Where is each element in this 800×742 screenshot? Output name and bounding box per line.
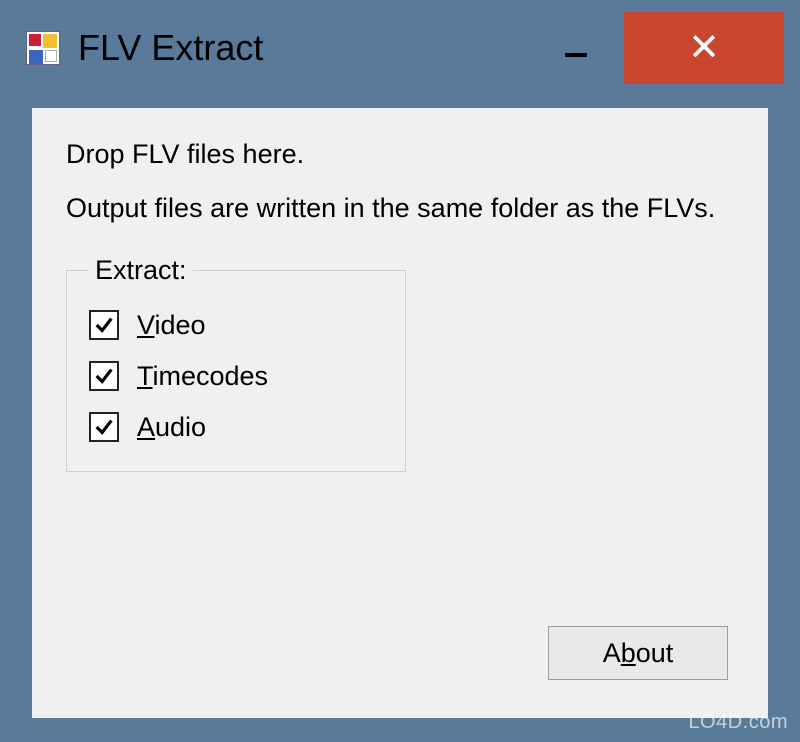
checkbox-video[interactable]	[89, 310, 119, 340]
checkbox-label-video: Video	[137, 310, 206, 341]
app-window: FLV Extract ✕ Drop FLV files here. Outpu…	[16, 12, 784, 728]
minimize-button[interactable]	[528, 12, 624, 84]
watermark: LO4D.com	[688, 711, 788, 734]
checkbox-audio[interactable]	[89, 412, 119, 442]
titlebar: FLV Extract ✕	[16, 12, 784, 84]
client-area[interactable]: Drop FLV files here. Output files are wr…	[32, 108, 768, 718]
drop-instruction: Drop FLV files here.	[66, 136, 734, 172]
titlebar-left[interactable]: FLV Extract	[16, 12, 528, 84]
window-title: FLV Extract	[78, 27, 263, 69]
checkbox-row-video[interactable]: Video	[89, 300, 383, 351]
minimize-icon	[565, 53, 587, 57]
close-button[interactable]: ✕	[624, 12, 784, 84]
check-icon	[93, 365, 115, 387]
checkbox-label-timecodes: Timecodes	[137, 361, 268, 392]
close-icon: ✕	[688, 29, 720, 67]
check-icon	[93, 314, 115, 336]
checkbox-row-timecodes[interactable]: Timecodes	[89, 351, 383, 402]
checkbox-timecodes[interactable]	[89, 361, 119, 391]
checkbox-label-audio: Audio	[137, 412, 206, 443]
extract-legend: Extract:	[89, 255, 193, 286]
output-instruction: Output files are written in the same fol…	[66, 190, 734, 226]
window-controls: ✕	[528, 12, 784, 84]
extract-groupbox: Extract: Video Timecodes Audio	[66, 255, 406, 472]
about-button[interactable]: About	[548, 626, 728, 680]
check-icon	[93, 416, 115, 438]
app-icon	[26, 31, 60, 65]
about-button-label: About	[603, 638, 674, 669]
checkbox-row-audio[interactable]: Audio	[89, 402, 383, 453]
